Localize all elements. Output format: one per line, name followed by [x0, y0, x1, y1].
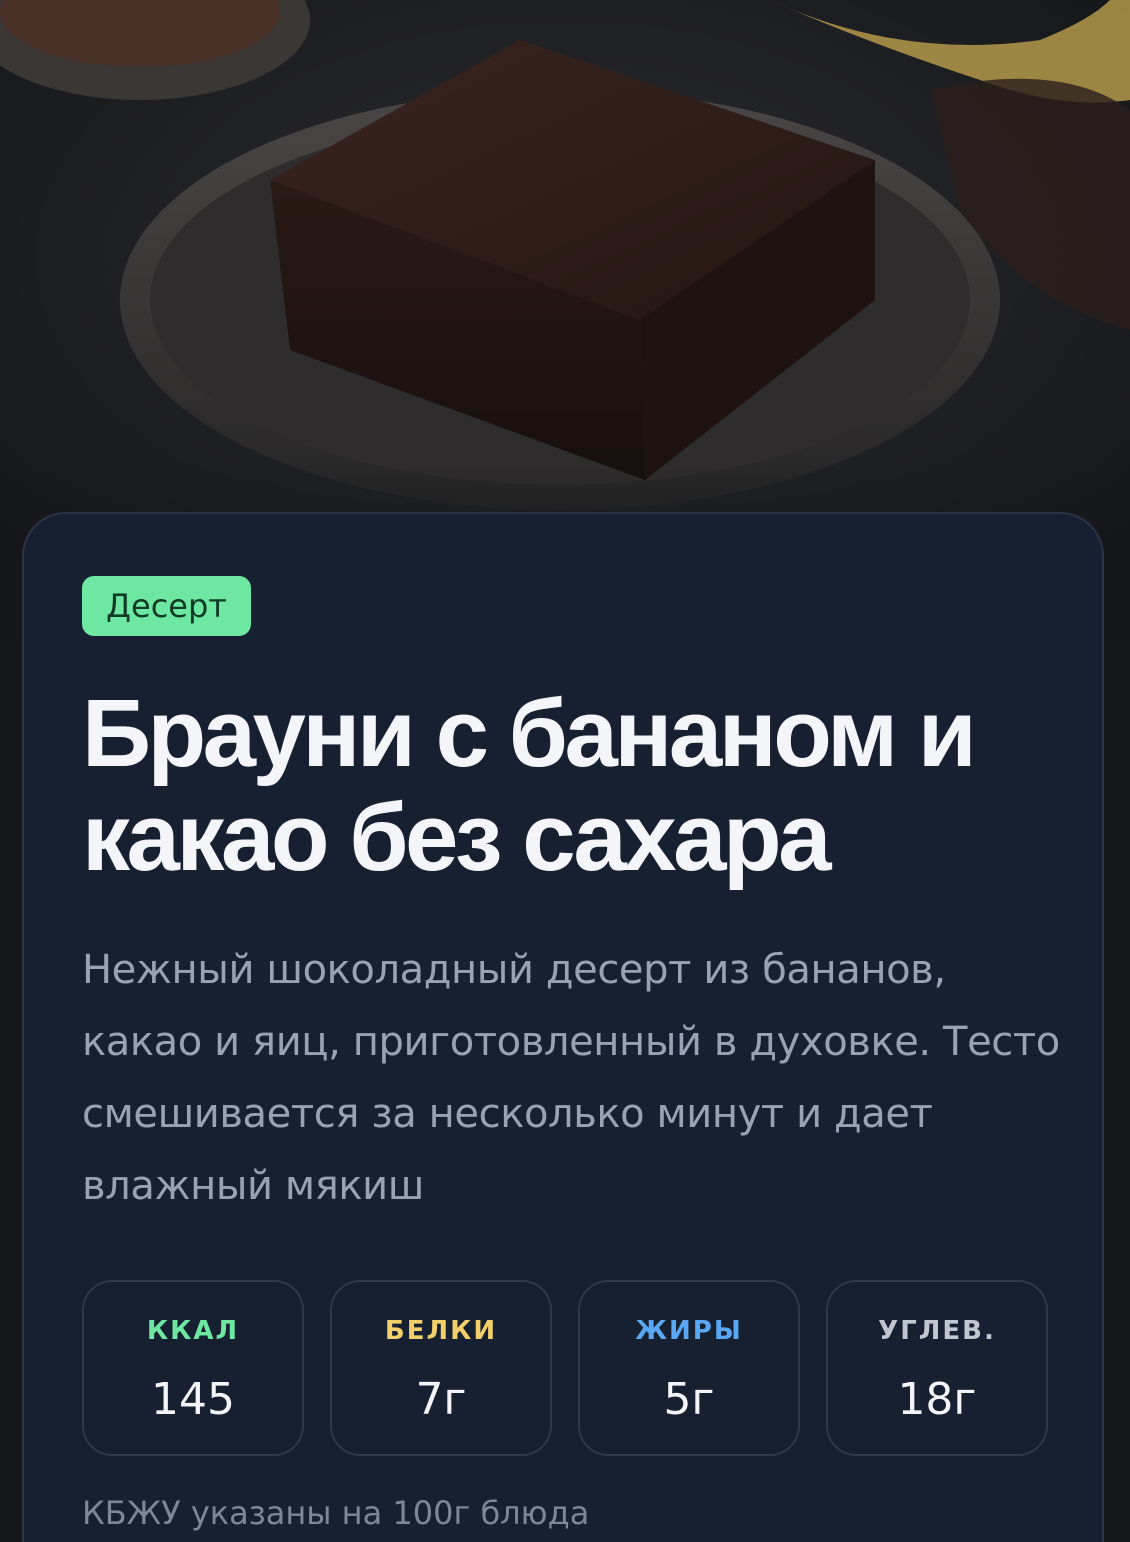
recipe-card: Десерт Брауни с бананом и какао без саха…: [22, 512, 1104, 1542]
macro-protein-value: 7г: [415, 1374, 467, 1425]
category-badge: Десерт: [82, 576, 251, 636]
macro-protein-label: БЕЛКИ: [384, 1316, 498, 1346]
macro-carbs-value: 18г: [897, 1374, 977, 1425]
macro-carbs-label: УГЛЕВ.: [878, 1316, 996, 1346]
macro-fat: ЖИРЫ 5г: [578, 1280, 800, 1456]
recipe-title: Брауни с бананом и какао без сахара: [82, 680, 977, 891]
macros-row: ККАЛ 145 БЕЛКИ 7г ЖИРЫ 5г УГЛЕВ. 18г: [82, 1280, 1048, 1456]
recipe-description: Нежный шоколадный десерт из бананов, как…: [82, 947, 1060, 1209]
macro-kcal-value: 145: [151, 1374, 235, 1425]
macro-carbs: УГЛЕВ. 18г: [826, 1280, 1048, 1456]
macro-kcal: ККАЛ 145: [82, 1280, 304, 1456]
macro-kcal-label: ККАЛ: [146, 1316, 240, 1346]
macro-fat-label: ЖИРЫ: [635, 1316, 743, 1346]
recipe-screen: Десерт Брауни с бананом и какао без саха…: [0, 0, 1130, 1542]
macro-protein: БЕЛКИ 7г: [330, 1280, 552, 1456]
macro-fat-value: 5г: [663, 1374, 715, 1425]
macros-note: КБЖУ указаны на 100г блюда: [82, 1494, 590, 1532]
